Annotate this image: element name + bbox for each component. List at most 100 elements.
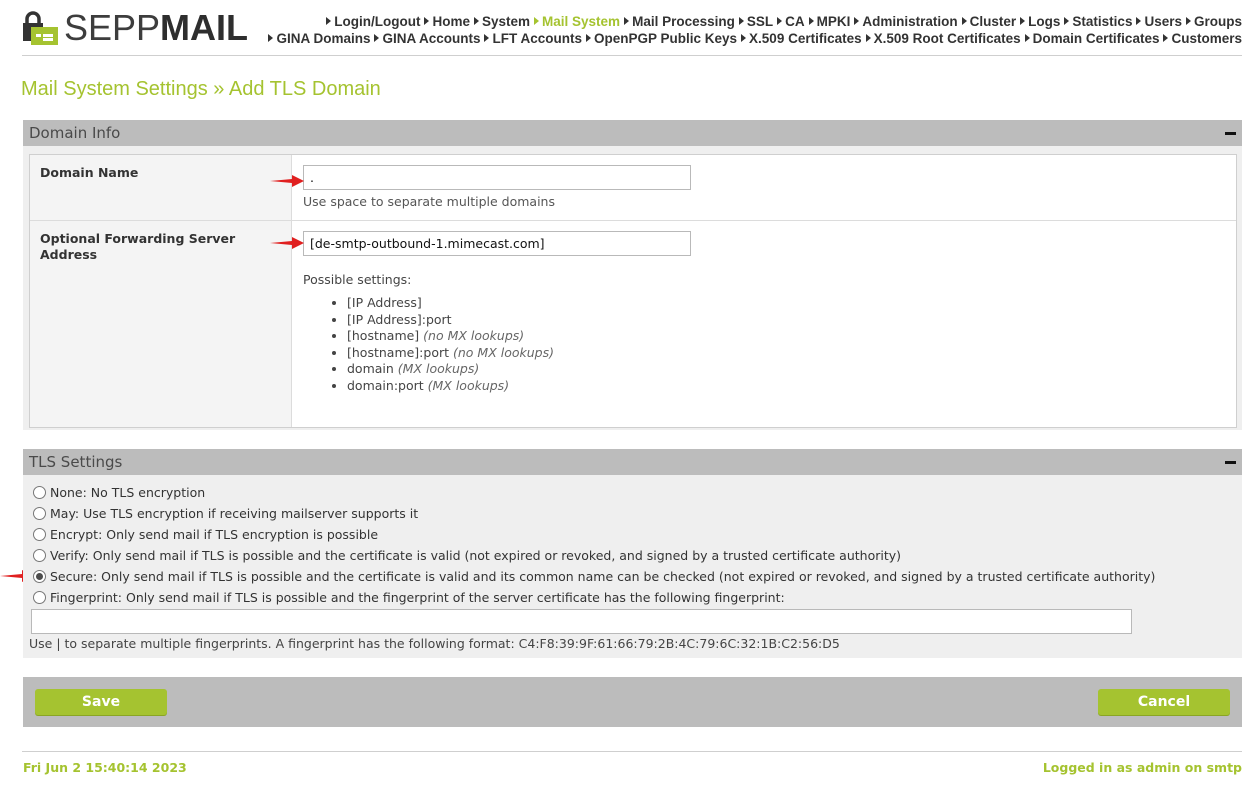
nav-item-x-509-root-certificates[interactable]: X.509 Root Certificates — [865, 30, 1021, 47]
nav-item-customers[interactable]: Customers — [1163, 30, 1242, 47]
nav-item-gina-accounts[interactable]: GINA Accounts — [374, 30, 480, 47]
possible-setting-text: [IP Address] — [347, 295, 422, 310]
triangle-right-icon — [741, 34, 747, 42]
nav-item-label: LFT Accounts — [492, 31, 582, 46]
nav-item-lft-accounts[interactable]: LFT Accounts — [484, 30, 582, 47]
triangle-right-icon — [1024, 34, 1030, 42]
fingerprint-input[interactable] — [31, 609, 1132, 634]
nav-item-logs[interactable]: Logs — [1020, 13, 1060, 30]
nav-item-label: Mail System — [542, 14, 621, 29]
domain-name-input[interactable] — [303, 165, 691, 190]
lock-logo-icon — [23, 11, 58, 45]
footer-timestamp: Fri Jun 2 15:40:14 2023 — [23, 760, 187, 775]
tls-option-may[interactable]: May: Use TLS encryption if receiving mai… — [33, 506, 418, 521]
triangle-right-icon — [961, 17, 967, 25]
breadcrumb-parent[interactable]: Mail System Settings — [21, 78, 208, 100]
nav-item-ssl[interactable]: SSL — [738, 13, 773, 30]
nav-item-home[interactable]: Home — [424, 13, 470, 30]
radio-button[interactable] — [33, 549, 46, 562]
triangle-right-icon — [808, 17, 814, 25]
nav-item-administration[interactable]: Administration — [854, 13, 958, 30]
triangle-right-icon — [1136, 17, 1142, 25]
triangle-right-icon — [1163, 34, 1169, 42]
radio-button[interactable] — [33, 570, 46, 583]
nav-item-statistics[interactable]: Statistics — [1064, 13, 1132, 30]
nav-item-label: CA — [785, 14, 805, 29]
section-title: TLS Settings — [29, 453, 123, 471]
nav-item-login-logout[interactable]: Login/Logout — [326, 13, 420, 30]
nav-item-mpki[interactable]: MPKI — [808, 13, 851, 30]
tls-option-label: Fingerprint: Only send mail if TLS is po… — [50, 590, 785, 605]
nav-item-users[interactable]: Users — [1136, 13, 1182, 30]
nav-item-ca[interactable]: CA — [777, 13, 805, 30]
triangle-right-icon — [865, 34, 871, 42]
nav-item-mail-processing[interactable]: Mail Processing — [624, 13, 735, 30]
nav-item-label: OpenPGP Public Keys — [593, 31, 738, 46]
domain-info-header[interactable]: Domain Info — [23, 120, 1242, 146]
tls-option-label: May: Use TLS encryption if receiving mai… — [50, 506, 419, 521]
breadcrumb-separator: » — [213, 78, 225, 100]
nav-item-label: Administration — [862, 14, 958, 29]
domain-info-panel: Domain Name Use space to separate multip… — [23, 146, 1242, 430]
nav-item-cluster[interactable]: Cluster — [961, 13, 1016, 30]
forwarding-label: Optional Forwarding Server Address — [30, 221, 292, 427]
nav-item-groups[interactable]: Groups — [1185, 13, 1242, 30]
radio-button[interactable] — [33, 507, 46, 520]
forwarding-server-input[interactable] — [303, 231, 691, 256]
tls-option-verify[interactable]: Verify: Only send mail if TLS is possibl… — [33, 548, 901, 563]
nav-item-label: System — [482, 14, 531, 29]
possible-setting-note: (MX lookups) — [397, 361, 480, 376]
radio-button[interactable] — [33, 528, 46, 541]
possible-setting-item: [hostname] (no MX lookups) — [347, 328, 1225, 345]
nav-item-label: X.509 Root Certificates — [873, 31, 1021, 46]
triangle-right-icon — [777, 17, 783, 25]
collapse-icon[interactable] — [1225, 132, 1236, 135]
tls-option-encrypt[interactable]: Encrypt: Only send mail if TLS encryptio… — [33, 527, 378, 542]
possible-setting-item: domain:port (MX lookups) — [347, 378, 1225, 395]
nav-row-secondary: GINA Domains GINA Accounts LFT Accounts Ope… — [252, 30, 1242, 47]
nav-item-openpgp-public-keys[interactable]: OpenPGP Public Keys — [585, 30, 738, 47]
nav-item-mail-system[interactable]: Mail System — [534, 13, 620, 30]
tls-settings-header[interactable]: TLS Settings — [23, 449, 1242, 475]
triangle-right-icon — [374, 34, 380, 42]
cancel-button[interactable]: Cancel — [1098, 689, 1230, 715]
footer-divider — [22, 751, 1242, 752]
nav-item-domain-certificates[interactable]: Domain Certificates — [1024, 30, 1159, 47]
header-divider — [22, 55, 1242, 56]
possible-setting-text: domain:port — [347, 377, 428, 393]
tls-option-secure[interactable]: Secure: Only send mail if TLS is possibl… — [33, 569, 1155, 584]
action-bar: Save Cancel — [23, 677, 1242, 727]
triangle-right-icon — [624, 17, 630, 25]
possible-setting-item: [IP Address] — [347, 295, 1225, 312]
possible-setting-note: (MX lookups) — [427, 377, 510, 393]
nav-item-label: MPKI — [816, 14, 851, 29]
nav-item-label: Groups — [1193, 14, 1242, 29]
domain-name-help: Use space to separate multiple domains — [303, 194, 555, 209]
possible-setting-text: domain — [347, 361, 398, 376]
breadcrumb-current: Add TLS Domain — [228, 78, 381, 100]
nav-item-x-509-certificates[interactable]: X.509 Certificates — [741, 30, 862, 47]
logo-wordmark: SEPPMAIL — [64, 7, 249, 48]
possible-setting-item: [IP Address]:port — [347, 312, 1225, 329]
nav-item-label: GINA Domains — [276, 31, 371, 46]
radio-button[interactable] — [33, 591, 46, 604]
nav-item-label: X.509 Certificates — [749, 31, 862, 46]
tls-option-none[interactable]: None: No TLS encryption — [33, 485, 205, 500]
possible-setting-text: [hostname]:port — [347, 344, 453, 360]
main-navigation: Login/Logout Home System Mail System Mail Pr… — [252, 13, 1242, 47]
annotation-arrow-icon — [270, 175, 304, 187]
nav-item-label: GINA Accounts — [382, 31, 481, 46]
footer-login-status: Logged in as admin on smtp — [1042, 760, 1242, 775]
triangle-right-icon — [854, 17, 860, 25]
nav-item-label: Statistics — [1072, 14, 1133, 29]
domain-name-row: Domain Name Use space to separate multip… — [30, 155, 1236, 221]
nav-item-system[interactable]: System — [474, 13, 530, 30]
nav-item-label: Logs — [1028, 14, 1061, 29]
nav-item-gina-domains[interactable]: GINA Domains — [268, 30, 370, 47]
collapse-icon[interactable] — [1225, 461, 1236, 464]
save-button[interactable]: Save — [35, 689, 167, 715]
radio-button[interactable] — [33, 486, 46, 499]
tls-option-fingerprint[interactable]: Fingerprint: Only send mail if TLS is po… — [33, 590, 785, 605]
domain-name-label: Domain Name — [30, 155, 292, 220]
triangle-right-icon — [484, 34, 490, 42]
